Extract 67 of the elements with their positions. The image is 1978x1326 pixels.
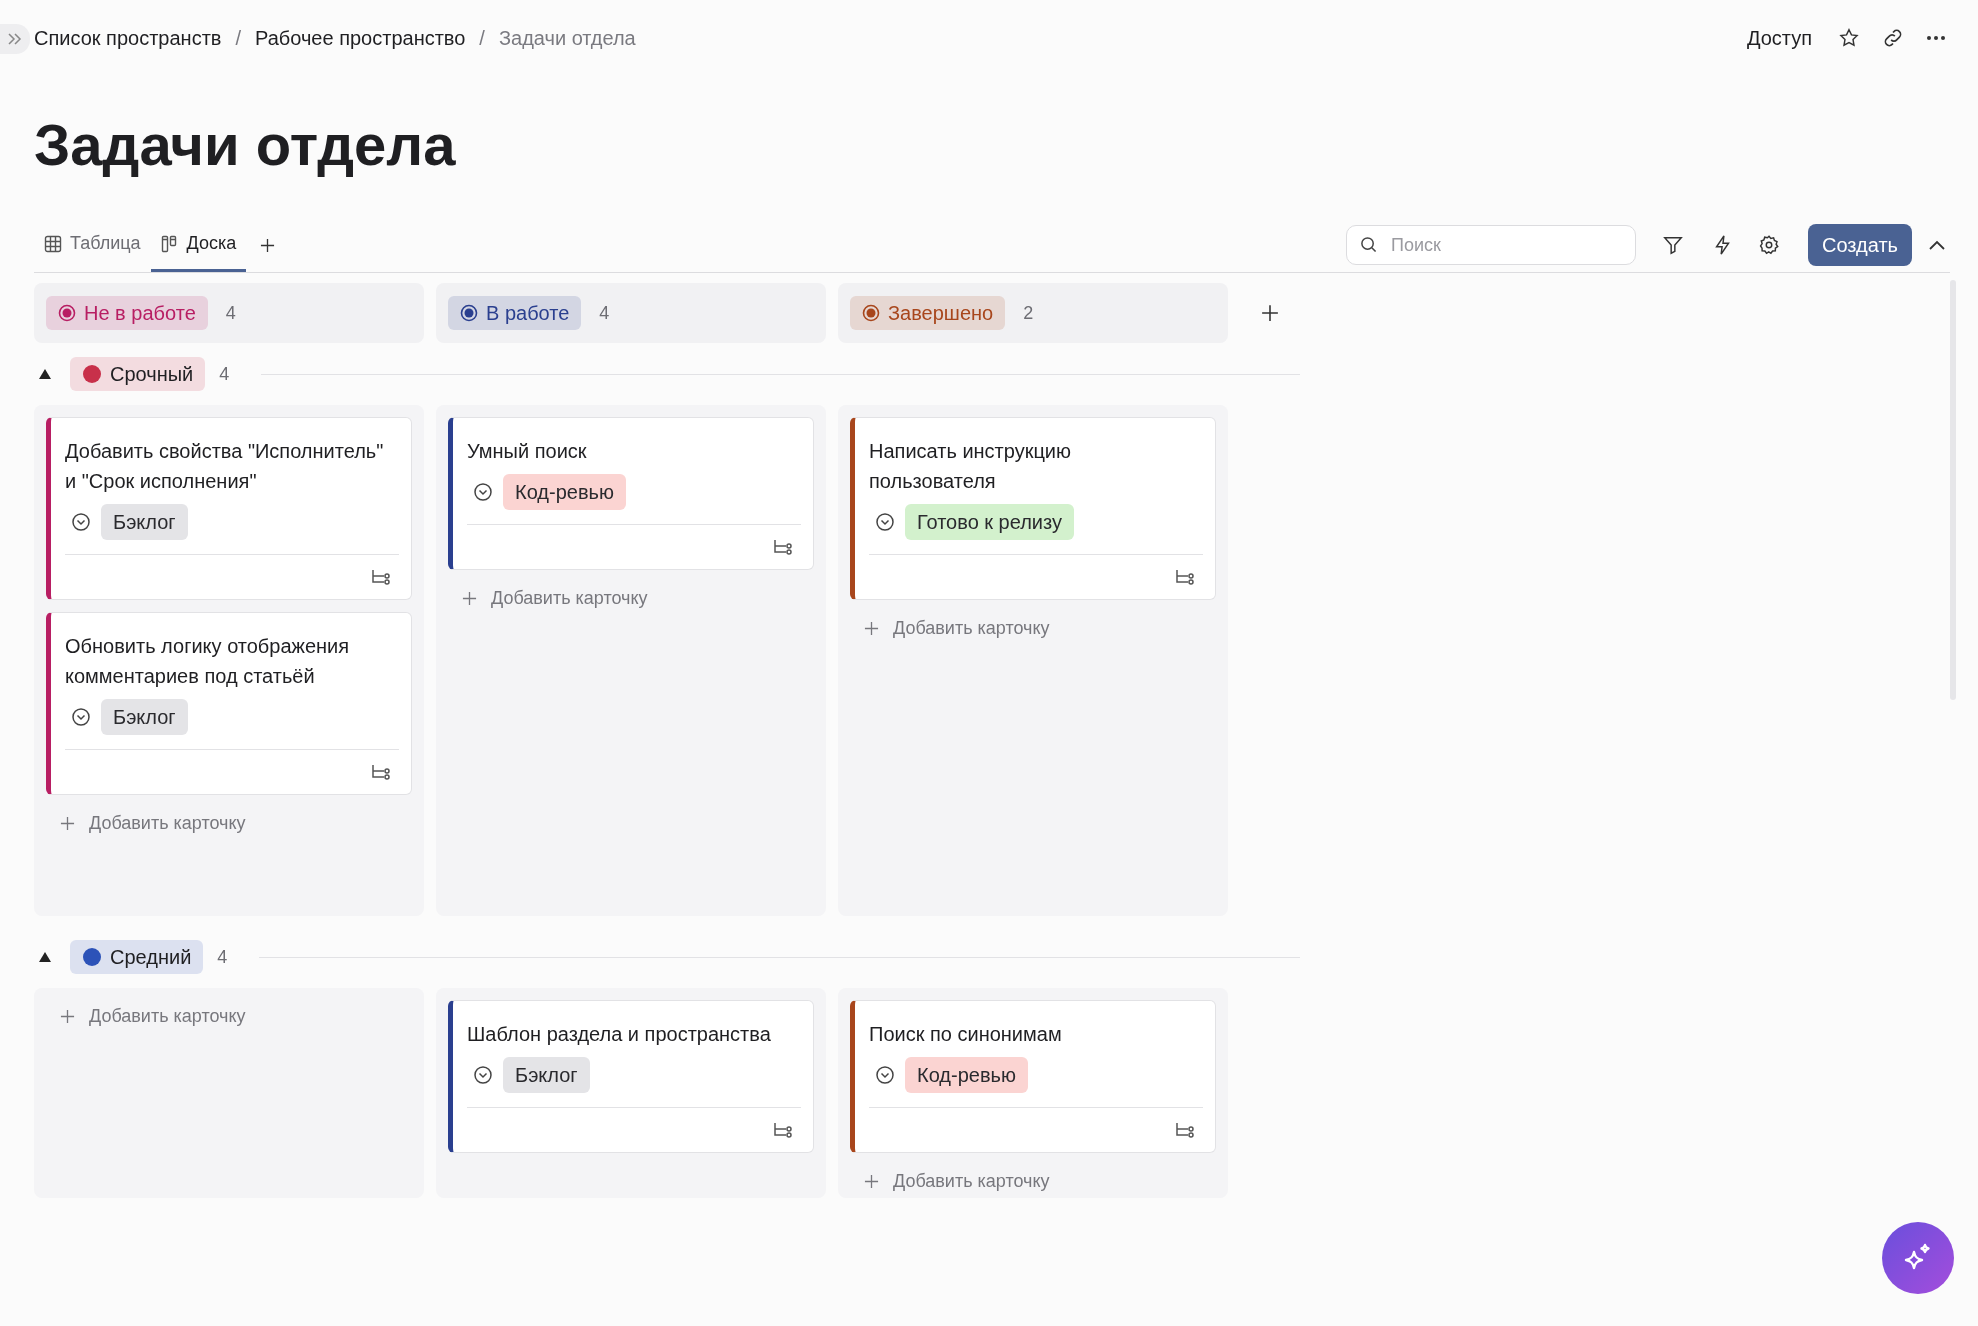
add-card-button[interactable]: Добавить карточку [850,1165,1064,1198]
add-card-button[interactable]: Добавить карточку [46,1000,260,1033]
card-count: 4 [225,302,236,324]
expand-sidebar-button[interactable] [0,24,30,54]
plus-icon [260,237,276,253]
group-count: 4 [219,363,230,385]
table-icon [44,234,62,253]
subtasks-icon[interactable] [773,538,793,556]
card-title: Добавить свойства "Исполнитель" и "Срок исполнения" [65,439,385,494]
task-card[interactable]: Умный поиск Код-ревью [448,417,814,570]
add-card-button[interactable]: Добавить карточку [448,582,662,615]
card-title: Написать инструкцию пользователя [869,439,1073,494]
plus-icon [462,591,477,606]
dropdown-circle-icon[interactable] [71,512,91,532]
access-button[interactable]: Доступ [1738,22,1820,54]
add-card-button[interactable]: Добавить карточку [46,807,260,840]
priority-label[interactable]: Средний [70,940,204,974]
plus-icon [60,816,75,831]
task-card[interactable]: Написать инструкцию пользователя Готово к релизу [850,417,1216,600]
plus-icon [864,1174,879,1189]
dropdown-circle-icon[interactable] [473,1065,493,1085]
task-card[interactable]: Добавить свойства "Исполнитель" и "Срок исполнения" Бэклог [46,417,412,600]
plus-icon [1261,304,1279,322]
task-card[interactable]: Шаблон раздела и пространства Бэклог [448,1000,814,1153]
card-title: Шаблон раздела и пространства [467,1022,772,1047]
breadcrumb-link[interactable]: Список пространств [34,26,222,50]
status-label[interactable]: Завершено [850,296,1006,330]
breadcrumb-link[interactable]: Задачи отдела [498,26,636,50]
board-icon [160,234,179,253]
dropdown-circle-icon[interactable] [71,707,91,727]
status-tag[interactable]: Код-ревью [905,1057,1028,1093]
breadcrumb-separator: / [235,26,241,50]
breadcrumb-link[interactable]: Рабочее пространство [255,26,466,50]
search-icon [1360,236,1377,253]
breadcrumb-separator: / [479,26,485,50]
status-tag[interactable]: Бэклог [101,504,188,540]
create-button[interactable]: Создать [1808,224,1912,266]
card-count: 2 [1023,302,1034,324]
status-tag[interactable]: Готово к релизу [905,504,1074,540]
search-field[interactable]: Поиск [1346,225,1636,265]
card-title: Поиск по синонимам [869,1022,1063,1047]
dropdown-circle-icon[interactable] [875,1065,895,1085]
group-count: 4 [217,946,228,968]
task-card[interactable]: Обновить логику отображения комментариев под статьёй Бэклог [46,612,412,795]
view-tab[interactable]: Доска [150,218,247,272]
card-title: Умный поиск [467,439,588,464]
subtasks-icon[interactable] [371,763,391,781]
status-label[interactable]: Не в работе [46,296,208,330]
status-tag[interactable]: Бэклог [101,699,188,735]
subtasks-icon[interactable] [1175,568,1195,586]
status-tag[interactable]: Код-ревью [503,474,626,510]
subtasks-icon[interactable] [773,1121,793,1139]
add-card-button[interactable]: Добавить карточку [850,612,1064,645]
subtasks-icon[interactable] [1175,1121,1195,1139]
status-label[interactable]: В работе [448,296,582,330]
plus-icon [60,1009,75,1024]
card-title: Обновить логику отображения комментариев под статьёй [65,634,351,689]
dropdown-circle-icon[interactable] [473,482,493,502]
plus-icon [864,621,879,636]
card-count: 4 [599,302,610,324]
priority-label[interactable]: Срочный [70,357,206,391]
task-card[interactable]: Поиск по синонимам Код-ревью [850,1000,1216,1153]
subtasks-icon[interactable] [371,568,391,586]
view-tab[interactable]: Таблица [34,218,151,272]
dropdown-circle-icon[interactable] [875,512,895,532]
status-tag[interactable]: Бэклог [503,1057,590,1093]
double-chevron-icon [7,32,23,46]
